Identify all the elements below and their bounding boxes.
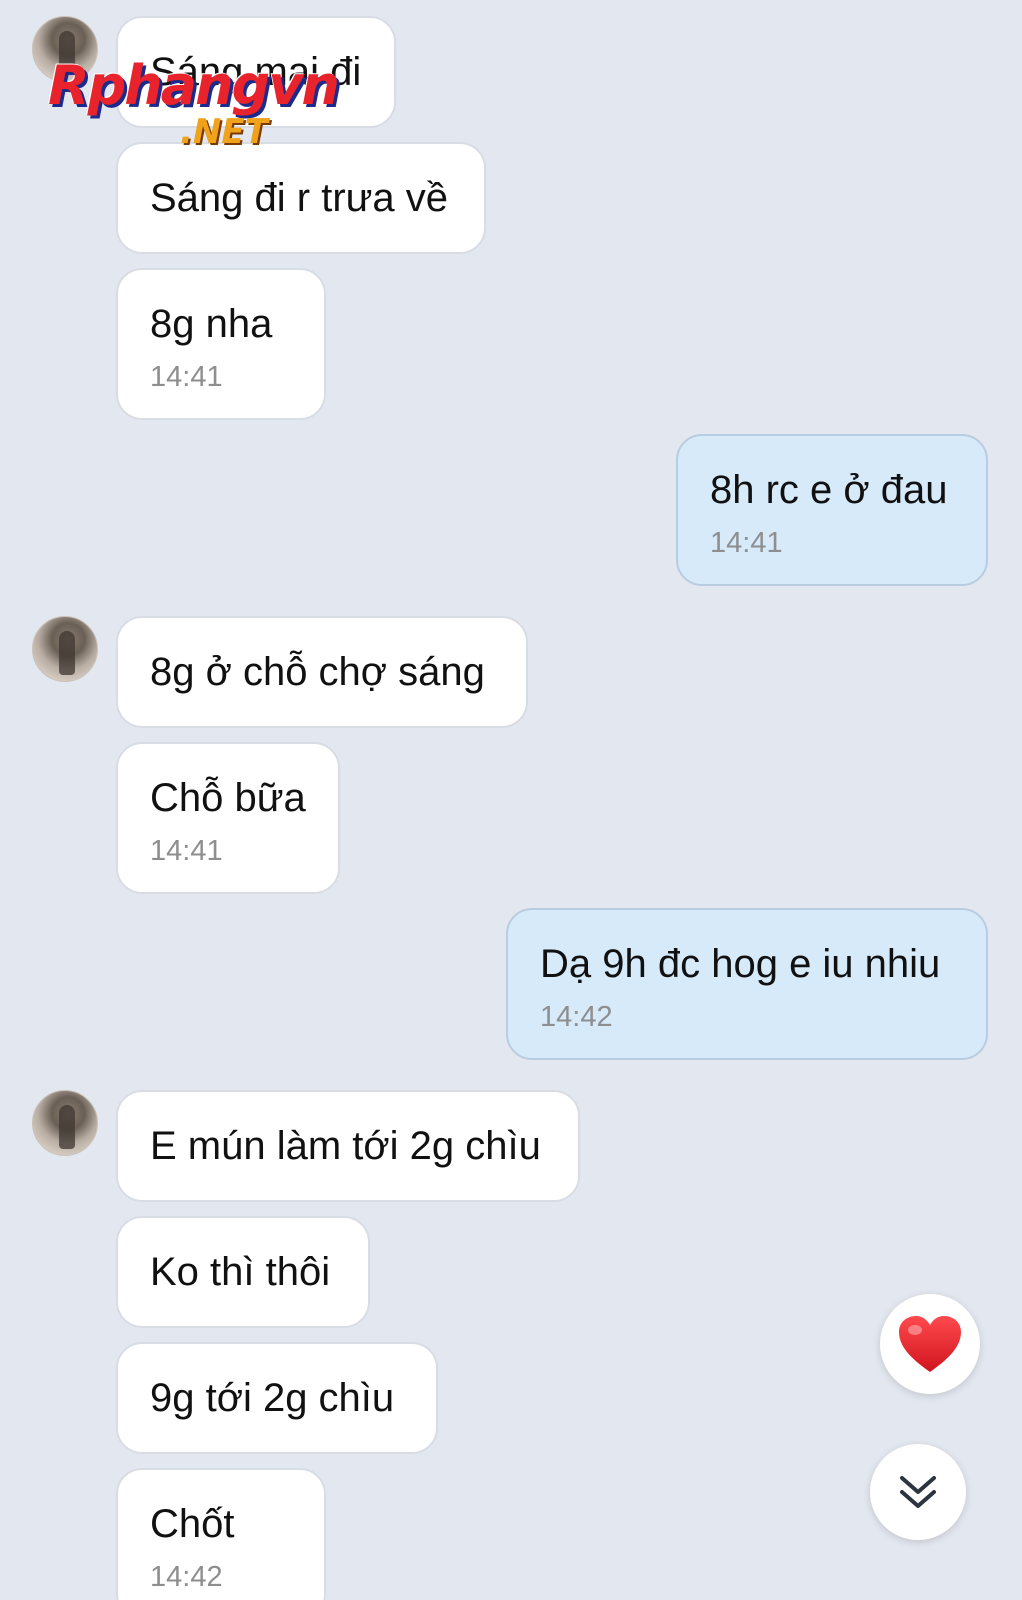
message-text: 9g tới 2g chìu xyxy=(150,1376,395,1420)
message-text: 8h rc e ở đau xyxy=(710,468,948,512)
watermark-logo: Rphangvn .NET xyxy=(48,54,358,154)
message-text: Sáng đi r trưa về xyxy=(150,176,449,220)
message-bubble[interactable]: E mún làm tới 2g chìu xyxy=(116,1090,580,1202)
message-time: 14:41 xyxy=(150,361,223,393)
message-time: 14:41 xyxy=(150,835,223,867)
message-bubble[interactable]: Ko thì thôi xyxy=(116,1216,370,1328)
scroll-down-button[interactable] xyxy=(870,1444,966,1540)
double-chevron-down-icon xyxy=(900,1476,936,1508)
heart-icon xyxy=(899,1316,961,1372)
chat-thread: Sáng mai đi Sáng đi r trưa về 8g nha 14:… xyxy=(0,0,1022,1600)
message-text: 8g ở chỗ chợ sáng xyxy=(150,650,485,694)
message-bubble[interactable]: Chỗ bữa 14:41 xyxy=(116,742,340,894)
message-bubble[interactable]: 8g nha 14:41 xyxy=(116,268,326,420)
message-bubble[interactable]: Dạ 9h đc hog e iu nhiu 14:42 xyxy=(506,908,988,1060)
message-time: 14:41 xyxy=(710,527,783,559)
message-text: Chốt xyxy=(150,1502,235,1546)
message-bubble[interactable]: 8h rc e ở đau 14:41 xyxy=(676,434,988,586)
message-text: E mún làm tới 2g chìu xyxy=(150,1124,541,1168)
message-text: Dạ 9h đc hog e iu nhiu xyxy=(540,942,941,986)
message-time: 14:42 xyxy=(540,1001,613,1033)
message-text: Chỗ bữa xyxy=(150,776,306,820)
message-bubble[interactable]: Chốt 14:42 xyxy=(116,1468,326,1600)
message-time: 14:42 xyxy=(150,1561,223,1593)
message-text: Ko thì thôi xyxy=(150,1250,331,1294)
watermark-sub-text: .NET xyxy=(180,112,268,152)
avatar[interactable] xyxy=(32,1090,98,1156)
avatar[interactable] xyxy=(32,616,98,682)
message-bubble[interactable]: Sáng đi r trưa về xyxy=(116,142,486,254)
heart-reaction-button[interactable] xyxy=(880,1294,980,1394)
message-bubble[interactable]: 8g ở chỗ chợ sáng xyxy=(116,616,528,728)
watermark-main-text: Rphangvn xyxy=(48,54,340,117)
message-text: 8g nha xyxy=(150,302,273,346)
message-bubble[interactable]: 9g tới 2g chìu xyxy=(116,1342,438,1454)
